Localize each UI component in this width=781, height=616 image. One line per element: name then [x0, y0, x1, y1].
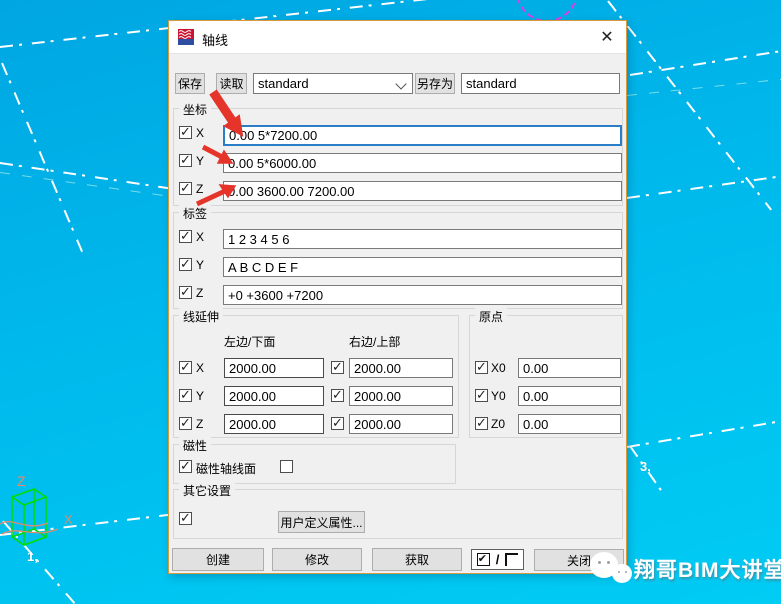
coord-y-checkbox[interactable] — [179, 154, 192, 167]
extension-left-header: 左边/下面 — [224, 333, 275, 350]
extension-x-label: X — [196, 361, 204, 375]
extension-x-right-input[interactable]: 2000.00 — [349, 358, 453, 378]
magnetic-plane-checkbox[interactable] — [179, 460, 192, 473]
dialog-title: 轴线 — [202, 30, 228, 49]
coord-z-label: Z — [196, 182, 203, 196]
labels-group-title: 标签 — [179, 205, 211, 222]
origin-z0-checkbox[interactable] — [475, 417, 488, 430]
origin-y0-label: Y0 — [491, 389, 506, 403]
workplane-axis-symbol: Z X — [0, 462, 90, 557]
selection-circle — [516, 0, 578, 22]
extension-z-right-input[interactable]: 2000.00 — [349, 414, 453, 434]
other-settings-checkbox[interactable] — [179, 512, 192, 525]
get-button[interactable]: 获取 — [372, 548, 462, 571]
origin-x0-label: X0 — [491, 361, 506, 375]
grid-line — [1, 63, 85, 257]
load-button[interactable]: 读取 — [216, 73, 247, 94]
wechat-icon — [590, 550, 634, 588]
watermark-text: 翔哥BIM大讲堂 — [634, 554, 781, 584]
label-y-label: Y — [196, 258, 204, 272]
other-settings-group: 其它设置 — [173, 489, 623, 539]
extension-z-right-checkbox[interactable] — [331, 417, 344, 430]
app-logo-icon — [178, 29, 194, 45]
coord-y-input[interactable]: 0.00 5*6000.00 — [223, 153, 622, 173]
toggle-slash: / — [496, 552, 500, 567]
coord-x-label: X — [196, 126, 204, 140]
label-y-checkbox[interactable] — [179, 258, 192, 271]
toggle-all-checkboxes-button[interactable]: / — [471, 549, 524, 570]
coordinates-group-title: 坐标 — [179, 101, 211, 118]
extension-x-checkbox[interactable] — [179, 361, 192, 374]
profile-dropdown[interactable]: standard — [253, 73, 413, 94]
origin-x0-input[interactable]: 0.00 — [518, 358, 621, 378]
grid-dialog: 轴线 ✕ 保存 读取 standard 另存为 standard 坐标 X 0.… — [168, 20, 627, 574]
extension-y-label: Y — [196, 389, 204, 403]
origin-group-title: 原点 — [475, 308, 507, 325]
modify-button[interactable]: 修改 — [272, 548, 362, 571]
grid-line — [630, 50, 781, 76]
save-as-input[interactable]: standard — [461, 73, 620, 94]
label-z-input[interactable]: +0 +3600 +7200 — [223, 285, 622, 305]
magnetism-group-title: 磁性 — [179, 437, 211, 454]
extension-x-left-input[interactable]: 2000.00 — [224, 358, 324, 378]
coord-z-input[interactable]: 0.00 3600.00 7200.00 — [223, 181, 622, 201]
origin-z0-label: Z0 — [491, 417, 505, 431]
coord-x-checkbox[interactable] — [179, 126, 192, 139]
watermark: 翔哥BIM大讲堂 — [590, 550, 781, 588]
extension-y-left-input[interactable]: 2000.00 — [224, 386, 324, 406]
label-y-input[interactable]: A B C D E F — [223, 257, 622, 277]
extension-z-checkbox[interactable] — [179, 417, 192, 430]
extension-y-right-checkbox[interactable] — [331, 389, 344, 402]
close-icon[interactable]: ✕ — [597, 28, 617, 48]
extension-z-label: Z — [196, 417, 203, 431]
origin-y0-input[interactable]: 0.00 — [518, 386, 621, 406]
origin-y0-checkbox[interactable] — [475, 389, 488, 402]
extension-y-checkbox[interactable] — [179, 389, 192, 402]
save-as-button[interactable]: 另存为 — [415, 73, 455, 94]
axis-x-label: X — [64, 512, 73, 527]
chevron-down-icon — [395, 78, 406, 89]
other-settings-group-title: 其它设置 — [179, 482, 235, 499]
coord-z-checkbox[interactable] — [179, 182, 192, 195]
origin-z0-input[interactable]: 0.00 — [518, 414, 621, 434]
extension-y-right-input[interactable]: 2000.00 — [349, 386, 453, 406]
label-x-label: X — [196, 230, 204, 244]
magnetic-plane-label: 磁性轴线面 — [196, 460, 256, 477]
label-x-checkbox[interactable] — [179, 230, 192, 243]
grid-line — [607, 0, 772, 210]
coord-y-label: Y — [196, 154, 204, 168]
label-x-input[interactable]: 1 2 3 4 5 6 — [223, 229, 622, 249]
grid-line — [627, 420, 781, 448]
extension-x-right-checkbox[interactable] — [331, 361, 344, 374]
unchecked-box-icon — [505, 553, 518, 566]
coord-x-input[interactable]: 0.00 5*7200.00 — [223, 125, 622, 146]
checked-box-icon — [477, 553, 490, 566]
user-defined-attributes-button[interactable]: 用户定义属性... — [278, 511, 365, 533]
origin-x0-checkbox[interactable] — [475, 361, 488, 374]
extension-z-left-input[interactable]: 2000.00 — [224, 414, 324, 434]
grid-axis-label: 3, — [640, 459, 651, 474]
save-button[interactable]: 保存 — [175, 73, 205, 94]
dialog-titlebar[interactable]: 轴线 ✕ — [169, 21, 626, 54]
line-extension-group-title: 线延伸 — [179, 308, 223, 325]
create-button[interactable]: 创建 — [172, 548, 264, 571]
label-z-label: Z — [196, 286, 203, 300]
magnetism-extra-checkbox[interactable] — [280, 460, 293, 473]
extension-right-header: 右边/上部 — [349, 333, 400, 350]
axis-z-label: Z — [17, 473, 26, 489]
label-z-checkbox[interactable] — [179, 286, 192, 299]
profile-dropdown-value: standard — [258, 76, 309, 91]
grid-line — [627, 79, 781, 96]
